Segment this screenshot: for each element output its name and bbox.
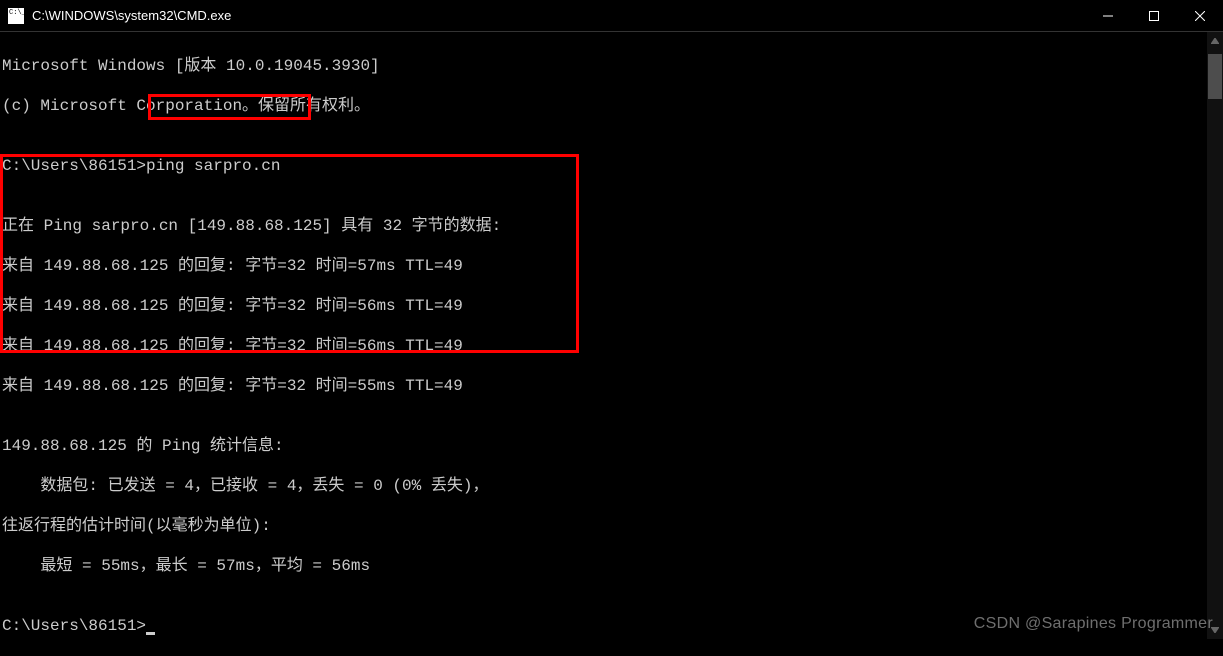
window-title: C:\WINDOWS\system32\CMD.exe bbox=[32, 8, 231, 23]
chevron-up-icon bbox=[1211, 38, 1219, 44]
scroll-up-button[interactable] bbox=[1207, 32, 1223, 50]
titlebar-left: C:\WINDOWS\system32\CMD.exe bbox=[8, 8, 231, 24]
cmd-icon bbox=[8, 8, 24, 24]
prompt-prefix: C:\Users\86151> bbox=[2, 617, 146, 635]
prompt-line-1: C:\Users\86151>ping sarpro.cn bbox=[2, 156, 1223, 176]
maximize-button[interactable] bbox=[1131, 0, 1177, 32]
ms-copyright: (c) Microsoft Corporation。保留所有权利。 bbox=[2, 96, 1223, 116]
close-button[interactable] bbox=[1177, 0, 1223, 32]
cursor bbox=[146, 632, 155, 635]
ping-command: ping sarpro.cn bbox=[146, 157, 280, 175]
terminal-output[interactable]: Microsoft Windows [版本 10.0.19045.3930] (… bbox=[0, 32, 1223, 656]
ping-reply-3: 来自 149.88.68.125 的回复: 字节=32 时间=56ms TTL=… bbox=[2, 336, 1223, 356]
ping-stats-packets: 数据包: 已发送 = 4，已接收 = 4，丢失 = 0 (0% 丢失)， bbox=[2, 476, 1223, 496]
ping-reply-4: 来自 149.88.68.125 的回复: 字节=32 时间=55ms TTL=… bbox=[2, 376, 1223, 396]
scroll-thumb[interactable] bbox=[1208, 54, 1222, 99]
close-icon bbox=[1195, 11, 1205, 21]
ping-header: 正在 Ping sarpro.cn [149.88.68.125] 具有 32 … bbox=[2, 216, 1223, 236]
vertical-scrollbar[interactable] bbox=[1207, 32, 1223, 639]
ping-reply-2: 来自 149.88.68.125 的回复: 字节=32 时间=56ms TTL=… bbox=[2, 296, 1223, 316]
maximize-icon bbox=[1149, 11, 1159, 21]
minimize-button[interactable] bbox=[1085, 0, 1131, 32]
ping-stats-header: 149.88.68.125 的 Ping 统计信息: bbox=[2, 436, 1223, 456]
csdn-watermark: CSDN @Sarapines Programmer bbox=[974, 615, 1213, 633]
ping-reply-1: 来自 149.88.68.125 的回复: 字节=32 时间=57ms TTL=… bbox=[2, 256, 1223, 276]
rtt-values: 最短 = 55ms，最长 = 57ms，平均 = 56ms bbox=[2, 556, 1223, 576]
rtt-header: 往返行程的估计时间(以毫秒为单位): bbox=[2, 516, 1223, 536]
window-controls bbox=[1085, 0, 1223, 31]
ms-windows-version: Microsoft Windows [版本 10.0.19045.3930] bbox=[2, 56, 1223, 76]
window-titlebar: C:\WINDOWS\system32\CMD.exe bbox=[0, 0, 1223, 32]
minimize-icon bbox=[1103, 11, 1113, 21]
prompt-prefix: C:\Users\86151> bbox=[2, 157, 146, 175]
